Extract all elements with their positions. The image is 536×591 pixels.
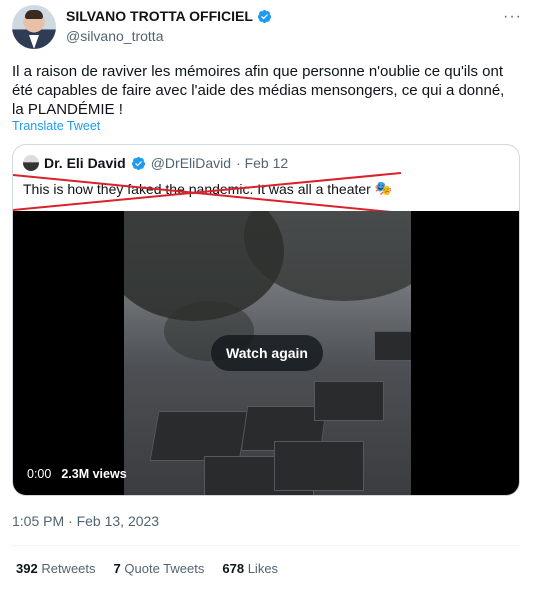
video-player[interactable]: Watch again 0:00 2.3M views (13, 211, 519, 495)
likes-count: 678 (222, 561, 245, 576)
divider (12, 545, 520, 546)
retweets-stat[interactable]: 392 Retweets (16, 561, 96, 576)
quote-tweets-count: 7 (113, 561, 121, 576)
quote-tweets-stat[interactable]: 7 Quote Tweets (114, 561, 205, 576)
grave-slab (274, 441, 364, 491)
quoted-author-name[interactable]: Dr. Eli David (44, 155, 126, 171)
tweet-text: Il a raison de raviver les mémoires afin… (12, 63, 505, 118)
retweets-count: 392 (16, 561, 38, 576)
grave-slab (374, 331, 411, 361)
video-time: 0:00 (27, 467, 52, 481)
quoted-tweet-date[interactable]: · Feb 12 (236, 155, 288, 171)
more-options-icon[interactable]: ··· (503, 8, 522, 26)
tweet-header: SILVANO TROTTA OFFICIEL @silvano_trotta … (10, 4, 526, 50)
tweet-timestamp[interactable]: 1:05 PM · Feb 13, 2023 (12, 513, 159, 529)
avatar-shirt (29, 35, 39, 49)
quoted-tweet-header: Dr. Eli David @DrEliDavid · Feb 12 (23, 155, 288, 171)
likes-label: Likes (247, 561, 279, 576)
likes-stat[interactable]: 678 Likes (222, 561, 278, 576)
quote-tweets-label: Quote Tweets (124, 561, 205, 576)
author-name[interactable]: SILVANO TROTTA OFFICIEL (66, 8, 253, 24)
verified-badge-icon (257, 9, 272, 23)
video-stats: 0:00 2.3M views (27, 467, 127, 481)
quoted-tweet-text: This is how they faked the pandemic. It … (23, 180, 371, 197)
retweets-label: Retweets (41, 561, 96, 576)
avatar[interactable] (12, 5, 56, 49)
name-row: SILVANO TROTTA OFFICIEL (66, 8, 272, 24)
watch-again-button[interactable]: Watch again (211, 335, 323, 371)
author-handle[interactable]: @silvano_trotta (66, 28, 163, 44)
avatar-hair (25, 10, 43, 19)
engagement-stats: 392 Retweets 7 Quote Tweets 678 Likes (16, 561, 278, 576)
translate-tweet-link[interactable]: Translate Tweet (12, 119, 100, 133)
quoted-verified-badge-icon (131, 156, 145, 170)
quoted-tweet-text-row: This is how they faked the pandemic. It … (23, 180, 392, 197)
theater-masks-emoji: 🎭 (374, 180, 393, 196)
quoted-avatar[interactable] (23, 155, 39, 171)
grave-slab (314, 381, 384, 421)
video-views: 2.3M views (61, 467, 127, 481)
quoted-tweet[interactable]: Dr. Eli David @DrEliDavid · Feb 12 This … (12, 144, 520, 496)
grave-slab (149, 411, 249, 461)
quoted-author-handle[interactable]: @DrEliDavid (151, 155, 231, 171)
